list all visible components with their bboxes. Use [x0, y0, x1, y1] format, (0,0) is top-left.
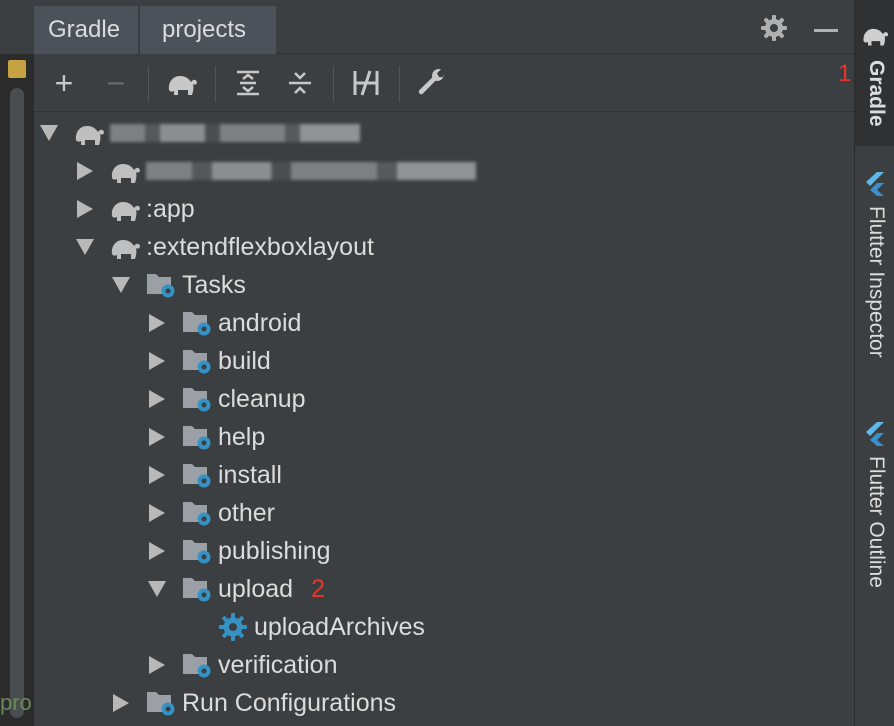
- side-tab-label: Flutter Outline: [865, 456, 888, 588]
- gear-icon[interactable]: [760, 14, 788, 42]
- task-folder-icon: [144, 688, 178, 718]
- tree-node-label: build: [218, 346, 271, 375]
- tree-node-task-group[interactable]: build: [148, 342, 271, 380]
- tree-node-label: verification: [218, 650, 338, 679]
- tree-node-task-group[interactable]: verification: [148, 646, 338, 684]
- tree-node-label: Tasks: [182, 270, 246, 299]
- tab-projects[interactable]: projects: [140, 6, 276, 54]
- tree-node-task-group[interactable]: help: [148, 418, 265, 456]
- editor-tab-area: [0, 0, 34, 54]
- tree-node-task-group[interactable]: publishing: [148, 532, 331, 570]
- task-folder-icon: [180, 574, 214, 604]
- tree-node-app[interactable]: :app: [76, 190, 195, 228]
- tab-gradle[interactable]: Gradle: [34, 6, 138, 54]
- task-folder-icon: [180, 536, 214, 566]
- side-tab-label: Flutter Inspector: [865, 206, 888, 358]
- gradle-toolbar: + −: [34, 54, 854, 112]
- annotation-number: 2: [311, 574, 325, 603]
- expanded-arrow-icon[interactable]: [40, 124, 58, 142]
- tree-node-task-group[interactable]: other: [148, 494, 275, 532]
- expanded-arrow-icon[interactable]: [76, 238, 94, 256]
- tree-node-extendflexboxlayout[interactable]: :extendflexboxlayout: [76, 228, 374, 266]
- side-tab-gradle[interactable]: Gradle: [855, 0, 894, 146]
- task-folder-icon: [180, 460, 214, 490]
- tree-node-label: publishing: [218, 536, 331, 565]
- add-icon[interactable]: +: [47, 66, 81, 100]
- build-settings-wrench-icon[interactable]: [415, 66, 449, 100]
- tree-node-task-group-upload[interactable]: upload 2: [148, 570, 325, 608]
- collapsed-arrow-icon[interactable]: [76, 200, 94, 218]
- tree-node-task-group[interactable]: install: [148, 456, 282, 494]
- tree-node-label: upload: [218, 574, 294, 603]
- annotation-number: 1: [838, 60, 852, 87]
- toolbar-divider: [215, 66, 216, 102]
- task-folder-icon: [180, 650, 214, 680]
- tree-node-label: cleanup: [218, 384, 306, 413]
- collapsed-arrow-icon[interactable]: [148, 428, 166, 446]
- gradle-elephant-icon: [861, 24, 889, 51]
- minus-icon[interactable]: [814, 29, 838, 32]
- redacted-text: [146, 162, 476, 180]
- remove-icon[interactable]: −: [99, 66, 133, 100]
- gradle-project-tree: :app :extendflexboxlayout Tasks android: [34, 112, 854, 726]
- tree-node-root-project[interactable]: [40, 114, 360, 152]
- collapse-all-icon[interactable]: [283, 66, 317, 100]
- editor-scrollbar[interactable]: [10, 88, 24, 718]
- tree-node-label: uploadArchives: [254, 612, 425, 641]
- tree-node-label: other: [218, 498, 275, 527]
- editor-gutter: pro: [0, 0, 34, 726]
- tree-node-task-group[interactable]: android: [148, 304, 301, 342]
- collapsed-arrow-icon[interactable]: [148, 542, 166, 560]
- gear-task-icon: [216, 612, 250, 642]
- task-folder-icon: [180, 498, 214, 528]
- tree-node-label: android: [218, 308, 302, 337]
- tree-node-label: install: [218, 460, 282, 489]
- collapsed-arrow-icon[interactable]: [148, 504, 166, 522]
- expanded-arrow-icon[interactable]: [112, 276, 130, 294]
- tree-node-label: :app: [146, 194, 195, 223]
- tree-node-label: :extendflexboxlayout: [146, 232, 374, 261]
- tree-node-label: help: [218, 422, 266, 451]
- right-tool-strip: Gradle Flutter Inspector Flutter Outline: [854, 0, 894, 726]
- toolbar-divider: [399, 66, 400, 102]
- tree-node-task-group[interactable]: cleanup: [148, 380, 306, 418]
- toolbar-divider: [148, 66, 149, 102]
- flutter-icon: [864, 422, 886, 451]
- collapsed-arrow-icon[interactable]: [112, 694, 130, 712]
- toolbar-divider: [333, 66, 334, 102]
- task-folder-icon: [180, 308, 214, 338]
- gradle-elephant-icon: [72, 118, 106, 148]
- toggle-offline-icon[interactable]: [349, 66, 383, 100]
- editor-code-fragment: pro: [0, 690, 32, 715]
- tree-node-tasks[interactable]: Tasks: [112, 266, 246, 304]
- tree-node-label: Run Configurations: [182, 688, 397, 717]
- flutter-icon: [864, 172, 886, 201]
- expanded-arrow-icon[interactable]: [148, 580, 166, 598]
- collapsed-arrow-icon[interactable]: [148, 390, 166, 408]
- collapsed-arrow-icon[interactable]: [148, 466, 166, 484]
- gradle-elephant-icon: [108, 194, 142, 224]
- task-folder-icon: [180, 384, 214, 414]
- collapsed-arrow-icon[interactable]: [148, 656, 166, 674]
- gradle-elephant-icon: [108, 156, 142, 186]
- side-tab-label: Gradle: [865, 60, 888, 127]
- collapsed-arrow-icon[interactable]: [148, 314, 166, 332]
- tool-window-header: Gradle projects: [34, 0, 854, 54]
- redacted-text: [110, 124, 360, 142]
- task-folder-icon: [144, 270, 178, 300]
- ide-window: pro Gradle projects + −:app:extendflex…: [0, 0, 894, 726]
- collapsed-arrow-icon[interactable]: [76, 162, 94, 180]
- task-folder-icon: [180, 422, 214, 452]
- gradle-elephant-icon[interactable]: [165, 66, 199, 100]
- tree-node-run-configurations[interactable]: Run Configurations: [112, 684, 396, 722]
- tree-node-basemodule[interactable]: [76, 152, 476, 190]
- collapsed-arrow-icon[interactable]: [148, 352, 166, 370]
- warning-marker-icon[interactable]: [8, 60, 26, 78]
- gradle-elephant-icon: [108, 232, 142, 262]
- gradle-tool-window: Gradle projects + −:app:extendflexboxl…: [34, 0, 854, 726]
- task-folder-icon: [180, 346, 214, 376]
- tree-node-task-uploadarchives[interactable]: uploadArchives: [216, 608, 425, 646]
- expand-all-icon[interactable]: [231, 66, 265, 100]
